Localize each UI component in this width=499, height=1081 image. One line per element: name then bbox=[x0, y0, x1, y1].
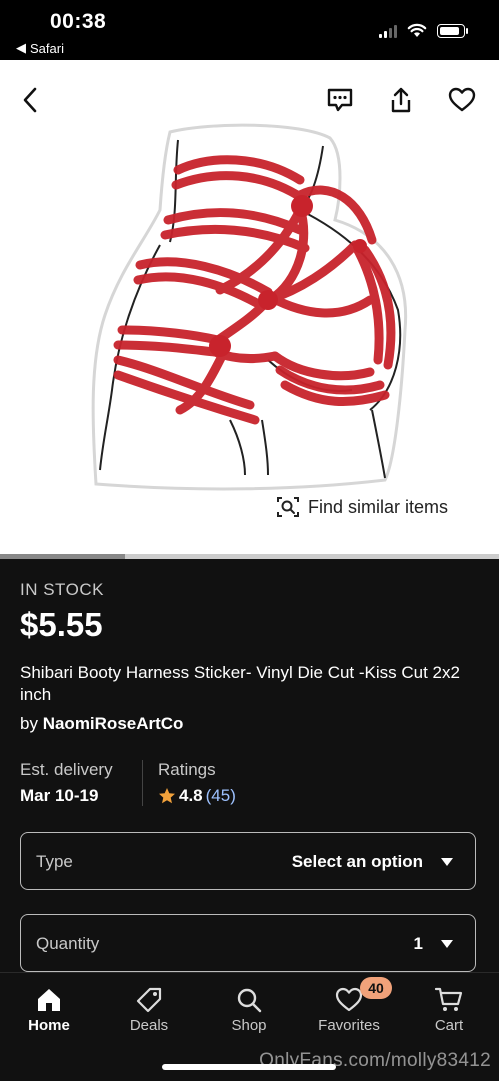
product-price: $5.55 bbox=[20, 606, 103, 643]
cart-icon bbox=[434, 987, 463, 1011]
status-icons bbox=[379, 23, 468, 38]
home-icon bbox=[38, 989, 60, 1011]
tab-favorites-label: Favorites bbox=[318, 1017, 380, 1034]
product-title: Shibari Booty Harness Sticker- Vinyl Die… bbox=[20, 663, 460, 704]
watermark-text: OnlyFans.com/molly83412 bbox=[259, 1050, 491, 1071]
share-button[interactable] bbox=[385, 84, 417, 116]
tab-shop[interactable]: Shop bbox=[209, 983, 289, 1034]
tab-home-label: Home bbox=[28, 1017, 70, 1034]
visual-search-icon bbox=[277, 497, 299, 517]
caret-down-icon bbox=[441, 858, 453, 866]
battery-icon bbox=[437, 23, 468, 38]
message-seller-button[interactable] bbox=[324, 84, 356, 116]
chat-bubble-icon bbox=[327, 88, 353, 112]
product-image bbox=[91, 123, 408, 491]
favorite-button[interactable] bbox=[446, 84, 478, 116]
by-prefix: by bbox=[20, 714, 38, 733]
tab-shop-label: Shop bbox=[231, 1017, 267, 1034]
est-delivery-value: Mar 10-19 bbox=[20, 786, 99, 805]
chevron-left-icon bbox=[23, 87, 37, 113]
find-similar-label: Find similar items bbox=[308, 496, 449, 517]
seller-name-link[interactable]: NaomiRoseArtCo bbox=[43, 714, 184, 733]
find-similar-button[interactable]: Find similar items bbox=[276, 495, 448, 519]
rating-value: 4.8 bbox=[179, 786, 203, 805]
product-image-area[interactable] bbox=[0, 60, 499, 554]
image-carousel-indicator bbox=[0, 554, 125, 559]
back-app-label: Safari bbox=[30, 40, 64, 56]
divider bbox=[142, 760, 143, 806]
favorites-count-badge: 40 bbox=[360, 977, 392, 999]
ratings-summary[interactable]: 4.8 (45) bbox=[158, 786, 236, 806]
tab-deals-label: Deals bbox=[129, 1017, 169, 1034]
seller-line: by NaomiRoseArtCo bbox=[20, 714, 183, 734]
caret-down-icon bbox=[441, 940, 453, 948]
cellular-signal-icon bbox=[379, 24, 397, 38]
back-triangle-icon: ◀ bbox=[16, 40, 26, 55]
rating-count: (45) bbox=[205, 786, 236, 805]
status-time: 00:38 bbox=[50, 10, 107, 33]
type-select-value: Select an option bbox=[291, 852, 423, 871]
est-delivery-label: Est. delivery bbox=[20, 760, 113, 779]
search-icon bbox=[237, 988, 262, 1013]
quantity-select-label: Quantity bbox=[36, 934, 100, 953]
tab-cart-label: Cart bbox=[434, 1017, 464, 1034]
tab-home[interactable]: Home bbox=[9, 983, 89, 1034]
tab-deals[interactable]: Deals bbox=[109, 983, 189, 1034]
type-select-label: Type bbox=[36, 852, 73, 871]
heart-outline-icon bbox=[448, 87, 476, 112]
star-icon bbox=[159, 788, 175, 804]
tab-cart[interactable]: Cart bbox=[409, 983, 489, 1034]
back-button[interactable] bbox=[14, 84, 46, 116]
back-to-app-link[interactable]: ◀ Safari bbox=[16, 40, 64, 56]
share-icon bbox=[391, 87, 411, 113]
quantity-select-value: 1 bbox=[413, 934, 423, 953]
wifi-icon bbox=[407, 23, 427, 37]
type-select[interactable]: Type Select an option bbox=[20, 832, 476, 890]
stock-status: IN STOCK bbox=[20, 580, 104, 599]
quantity-select[interactable]: Quantity 1 bbox=[20, 914, 476, 972]
heart-icon bbox=[335, 987, 363, 1012]
ratings-label: Ratings bbox=[158, 760, 216, 779]
tag-icon bbox=[136, 987, 162, 1013]
status-bar: 00:38 ◀ Safari bbox=[0, 0, 499, 60]
